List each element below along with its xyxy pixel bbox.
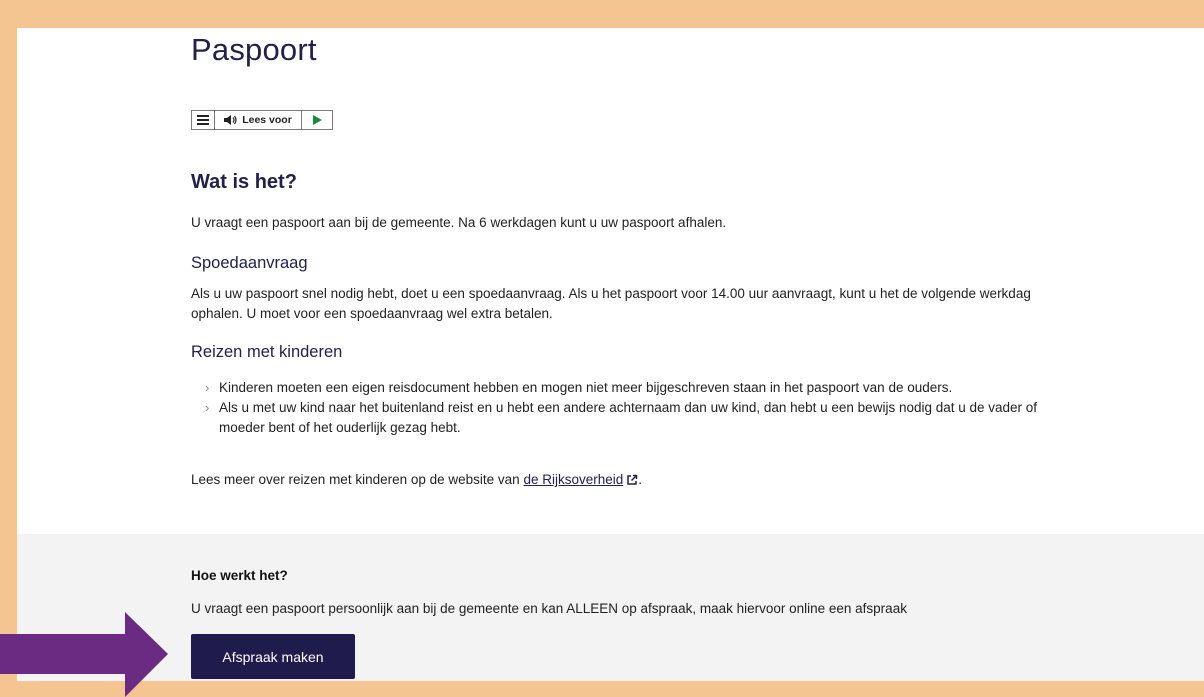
- page-frame: Paspoort Lees voor Wat is het? U vraagt …: [17, 28, 1204, 681]
- menu-icon: [197, 115, 209, 125]
- intro-text: U vraagt een paspoort aan bij de gemeent…: [191, 215, 727, 230]
- page-title: Paspoort: [191, 32, 317, 67]
- chevron-right-icon: ›: [205, 380, 210, 395]
- section-heading-children: Reizen met kinderen: [191, 343, 343, 361]
- urgent-text: Als u uw paspoort snel nodig hebt, doet …: [191, 286, 1031, 321]
- how-it-works-heading: Hoe werkt het?: [191, 568, 288, 583]
- more-info-prefix: Lees meer over reizen met kinderen op de…: [191, 472, 520, 487]
- readspeaker-listen-button[interactable]: Lees voor: [215, 111, 302, 129]
- how-it-works-text: U vraagt een paspoort persoonlijk aan bi…: [191, 601, 907, 616]
- speaker-icon: [224, 115, 237, 125]
- readspeaker-toolbar: Lees voor: [191, 110, 333, 130]
- more-info-suffix: .: [638, 472, 643, 487]
- readspeaker-play-button[interactable]: [302, 111, 332, 129]
- play-icon: [312, 115, 322, 125]
- children-list: › Kinderen moeten een eigen reisdocument…: [205, 378, 1041, 438]
- list-item: › Kinderen moeten een eigen reisdocument…: [205, 378, 1041, 398]
- list-item-text: Kinderen moeten een eigen reisdocument h…: [219, 380, 953, 395]
- section-heading-urgent: Spoedaanvraag: [191, 254, 308, 272]
- readspeaker-label: Lees voor: [242, 114, 292, 126]
- list-item-text: Als u met uw kind naar het buitenland re…: [219, 400, 1038, 435]
- more-info-text: Lees meer over reizen met kinderen op de…: [191, 470, 1041, 490]
- rijksoverheid-link[interactable]: de Rijksoverheid: [523, 472, 623, 487]
- how-it-works-section: Hoe werkt het? U vraagt een paspoort per…: [17, 534, 1204, 681]
- make-appointment-button[interactable]: Afspraak maken: [191, 634, 355, 679]
- readspeaker-menu-button[interactable]: [192, 111, 215, 129]
- external-link-icon: [627, 474, 638, 485]
- list-item: › Als u met uw kind naar het buitenland …: [205, 398, 1041, 438]
- chevron-right-icon: ›: [205, 400, 210, 415]
- arrow-icon: [0, 612, 168, 697]
- section-heading-what: Wat is het?: [191, 171, 297, 193]
